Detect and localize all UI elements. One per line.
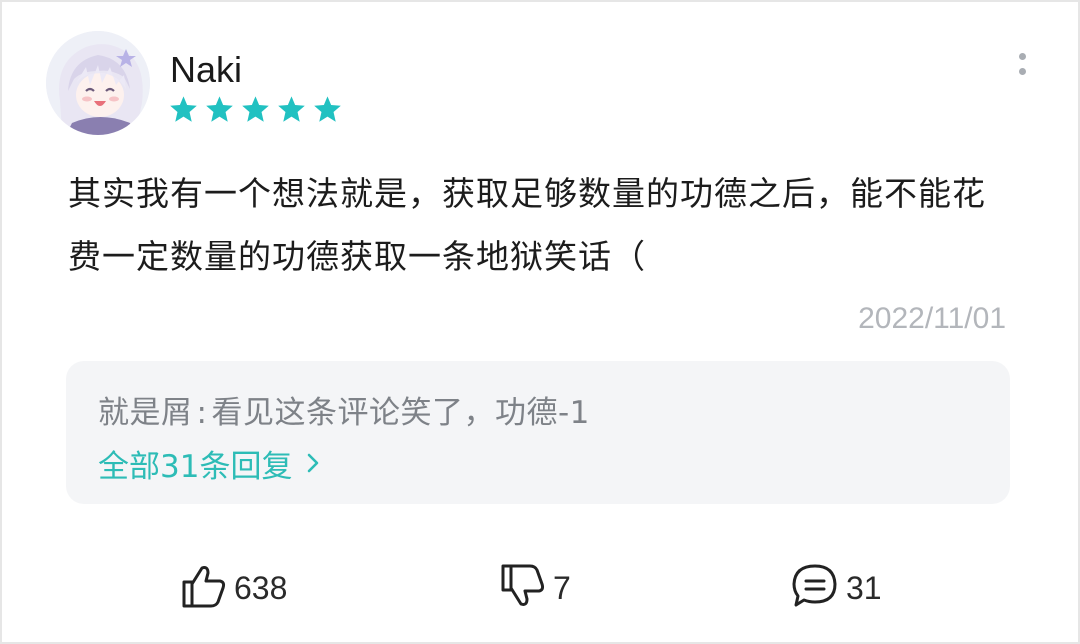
more-vertical-icon bbox=[1018, 53, 1026, 60]
star-icon bbox=[314, 96, 341, 122]
all-replies-label: 全部31条回复 bbox=[98, 449, 293, 485]
thumbs-up-icon bbox=[180, 562, 228, 614]
comment-card: Naki 其实我有一个想法就是，获取足够数量的功德之后，能不能花费一定数量的功德… bbox=[0, 0, 1080, 644]
comment-text: 其实我有一个想法就是，获取足够数量的功德之后，能不能花费一定数量的功德获取一条地… bbox=[68, 174, 986, 276]
reply-text: 看见这条评论笑了，功德-1 bbox=[211, 395, 590, 431]
reply-button[interactable]: 31 bbox=[790, 562, 882, 614]
reply-preview-line: 就是屑: 看见这条评论笑了，功德-1 bbox=[98, 387, 590, 432]
like-button[interactable]: 638 bbox=[180, 562, 287, 614]
avatar-image bbox=[46, 31, 150, 135]
username[interactable]: Naki bbox=[170, 50, 242, 90]
reply-preview[interactable]: 就是屑: 看见这条评论笑了，功德-1 全部31条回复 bbox=[66, 361, 1010, 504]
reply-separator: : bbox=[196, 395, 208, 431]
more-vertical-icon bbox=[1018, 68, 1026, 75]
reply-count: 31 bbox=[846, 569, 882, 606]
star-icon bbox=[242, 96, 269, 122]
star-icon bbox=[206, 96, 233, 122]
reply-author[interactable]: 就是屑 bbox=[98, 395, 193, 431]
rating-stars bbox=[169, 95, 342, 123]
more-options-button[interactable] bbox=[1008, 44, 1036, 84]
comment-bubble-icon bbox=[790, 561, 840, 615]
star-icon bbox=[170, 96, 197, 122]
avatar[interactable] bbox=[46, 31, 150, 135]
like-count: 638 bbox=[234, 569, 288, 606]
dislike-count: 7 bbox=[553, 569, 571, 606]
dislike-button[interactable]: 7 bbox=[499, 562, 571, 614]
all-replies-link[interactable]: 全部31条回复 bbox=[98, 441, 320, 486]
thumbs-down-icon bbox=[499, 562, 547, 614]
chevron-right-icon bbox=[306, 446, 320, 482]
comment-date: 2022/11/01 bbox=[858, 302, 1006, 335]
star-icon bbox=[278, 96, 305, 122]
